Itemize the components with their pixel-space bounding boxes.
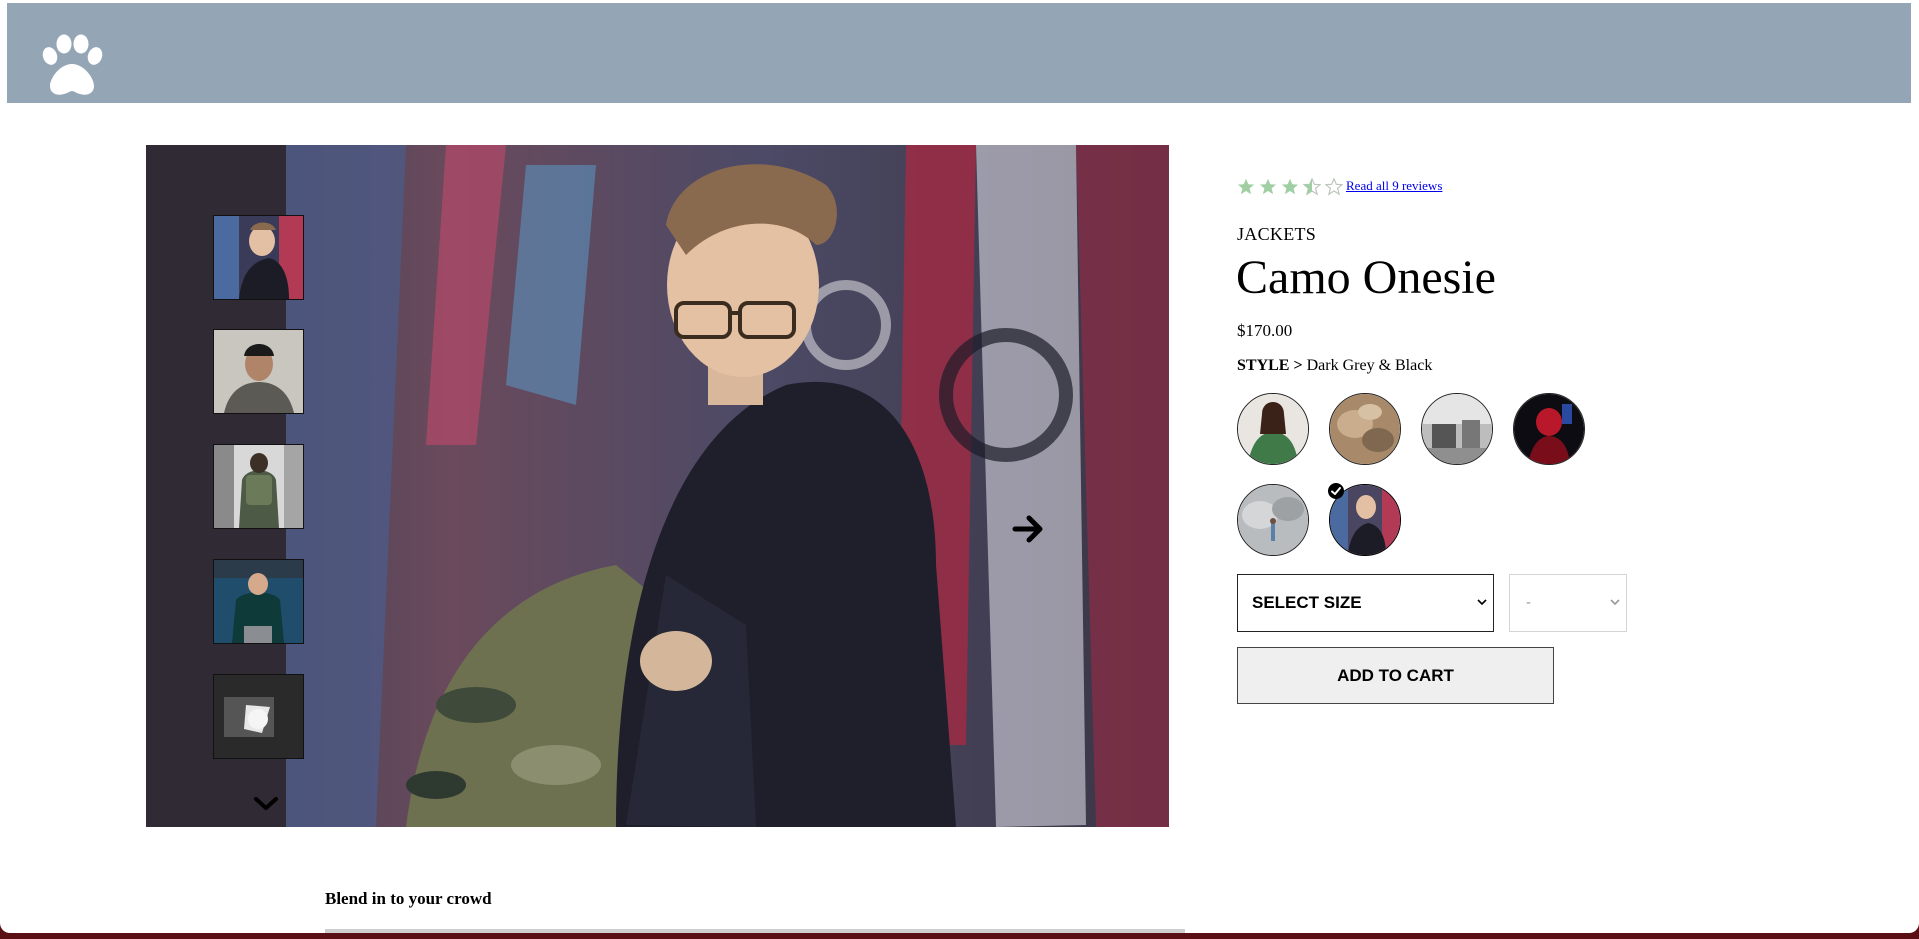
style-value: Dark Grey & Black: [1306, 357, 1433, 374]
thumbnail-2[interactable]: [213, 329, 304, 414]
description-text: [325, 925, 1185, 933]
truncated-text-line: [325, 929, 1185, 933]
description-heading: Blend in to your crowd: [325, 889, 492, 908]
page: Read all 9 reviews JACKETS Camo Onesie $…: [0, 0, 1919, 933]
product-title: Camo Onesie: [1236, 251, 1496, 304]
header-bar: [7, 3, 1911, 103]
star-filled-icon: [1281, 178, 1299, 195]
style-line: STYLE > Dark Grey & Black: [1237, 357, 1432, 375]
product-category: JACKETS: [1237, 224, 1317, 244]
style-swatch-red-and-black[interactable]: [1513, 393, 1585, 465]
style-swatch-woman-in-green-jacket[interactable]: [1237, 393, 1309, 465]
chevron-down-icon[interactable]: [253, 795, 279, 813]
arrow-right-icon[interactable]: [1012, 513, 1044, 545]
thumbnail-4[interactable]: [213, 559, 304, 644]
chevron-down-icon: [1610, 599, 1620, 606]
size-select[interactable]: SELECT SIZE: [1237, 574, 1494, 632]
thumbnail-1[interactable]: [213, 215, 304, 300]
chevron-down-icon: [1477, 599, 1487, 606]
size-select-value: SELECT SIZE: [1252, 593, 1362, 612]
quantity-select[interactable]: -: [1509, 574, 1627, 632]
product-price: $170.00: [1237, 321, 1293, 340]
style-swatch-tan-textured[interactable]: [1329, 393, 1401, 465]
quantity-select-value: -: [1526, 594, 1531, 611]
add-to-cart-button[interactable]: ADD TO CART: [1237, 647, 1554, 704]
star-filled-icon: [1237, 178, 1255, 195]
thumbnail-3[interactable]: [213, 444, 304, 529]
paw-icon[interactable]: [36, 34, 108, 98]
selected-check-icon: [1328, 483, 1344, 499]
star-half-icon: [1303, 178, 1321, 196]
style-swatch-street-grey[interactable]: [1421, 393, 1493, 465]
style-swatch-grey-outdoor[interactable]: [1237, 484, 1309, 556]
style-label: STYLE >: [1237, 357, 1303, 374]
star-empty-icon: [1325, 178, 1343, 196]
thumbnail-5[interactable]: [213, 674, 304, 759]
star-filled-icon: [1259, 178, 1277, 195]
rating-stars: [1237, 178, 1343, 198]
read-reviews-link[interactable]: Read all 9 reviews: [1346, 178, 1442, 194]
